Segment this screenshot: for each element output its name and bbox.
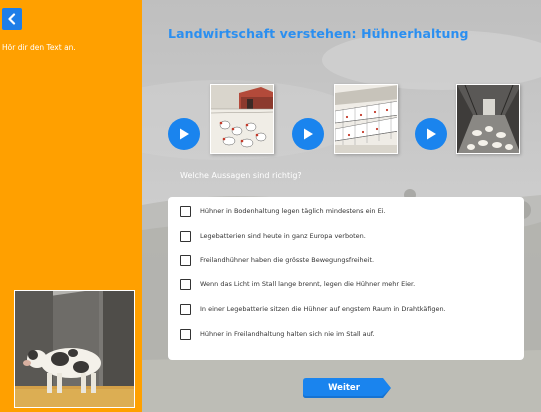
play-icon [180, 128, 189, 140]
next-button-label: Weiter [328, 383, 360, 393]
answer-text: Legebatterien sind heute in ganz Europa … [200, 232, 366, 240]
checkbox[interactable] [180, 230, 191, 242]
answer-text: Wenn das Licht im Stall lange brennt, le… [200, 280, 416, 288]
thumbnail-barn-floor-housing[interactable] [456, 84, 520, 154]
media-row [142, 82, 541, 162]
play-icon [427, 128, 436, 140]
checkbox[interactable] [180, 205, 191, 217]
play-button-3[interactable] [415, 118, 447, 150]
page-title: Landwirtschaft verstehen: Hühnerhaltung [168, 26, 469, 41]
answer-text: Freilandhühner haben die grösste Bewegun… [200, 256, 375, 264]
answer-text: Hühner in Freilandhaltung halten sich ni… [200, 330, 375, 338]
thumbnail-free-range-chickens[interactable] [210, 84, 274, 154]
answer-option-4[interactable]: Wenn das Licht im Stall lange brennt, le… [180, 277, 415, 291]
checkbox[interactable] [180, 278, 191, 290]
checkbox[interactable] [180, 303, 191, 315]
answer-option-3[interactable]: Freilandhühner haben die grösste Bewegun… [180, 253, 374, 267]
sidebar: Hör dir den Text an. [0, 0, 142, 412]
answer-option-2[interactable]: Legebatterien sind heute in ganz Europa … [180, 229, 366, 243]
checkbox[interactable] [180, 328, 191, 340]
answer-option-5[interactable]: In einer Legebatterie sitzen die Hühner … [180, 302, 446, 316]
cow-illustration [14, 290, 135, 408]
question-prompt: Welche Aussagen sind richtig? [180, 171, 302, 180]
chevron-left-icon [8, 13, 16, 25]
checkbox[interactable] [180, 254, 191, 266]
answer-option-6[interactable]: Hühner in Freilandhaltung halten sich ni… [180, 327, 375, 341]
play-button-1[interactable] [168, 118, 200, 150]
thumbnail-battery-cages[interactable] [334, 84, 398, 154]
sidebar-hint: Hör dir den Text an. [2, 43, 76, 52]
answer-option-1[interactable]: Hühner in Bodenhaltung legen täglich min… [180, 204, 386, 218]
next-button[interactable]: Weiter [303, 378, 391, 398]
play-icon [304, 128, 313, 140]
answers-panel: Hühner in Bodenhaltung legen täglich min… [168, 197, 524, 360]
answer-text: In einer Legebatterie sitzen die Hühner … [200, 305, 446, 313]
main-panel: Landwirtschaft verstehen: Hühnerhaltung [142, 0, 541, 412]
answer-text: Hühner in Bodenhaltung legen täglich min… [200, 207, 386, 215]
back-button[interactable] [2, 8, 22, 30]
play-button-2[interactable] [292, 118, 324, 150]
